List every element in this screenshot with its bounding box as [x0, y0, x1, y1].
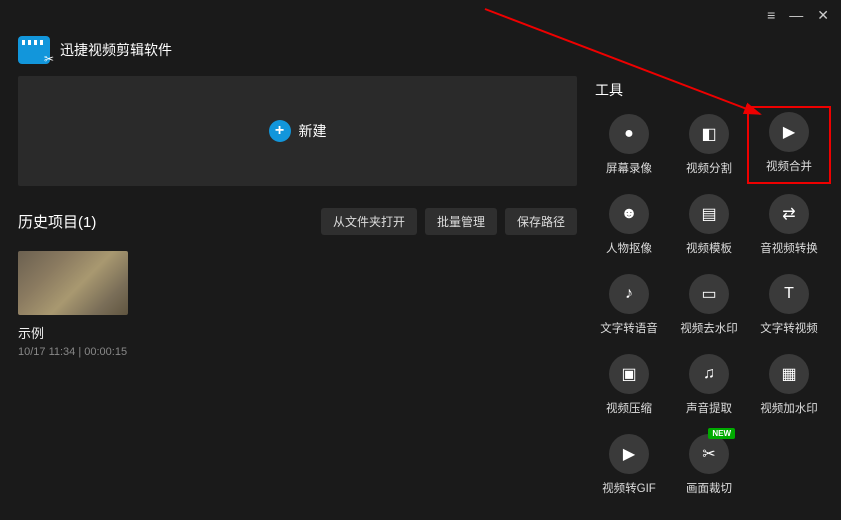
- tool-item[interactable]: T 文字转视频: [755, 274, 823, 336]
- tool-item[interactable]: ▶ 视频转GIF: [595, 434, 663, 496]
- batch-manage-button[interactable]: 批量管理: [425, 208, 497, 235]
- new-label: 新建: [299, 121, 327, 141]
- tool-item[interactable]: ▶ 视频合并: [751, 110, 827, 180]
- minimize-button[interactable]: —: [789, 7, 803, 23]
- project-meta: 10/17 11:34 | 00:00:15: [18, 346, 128, 358]
- tool-icon: ▭: [689, 274, 729, 314]
- tool-label: 人物抠像: [606, 240, 652, 256]
- tool-item[interactable]: ▦ 视频加水印: [755, 354, 823, 416]
- tool-label: 视频合并: [766, 158, 812, 174]
- tool-icon: ▦: [769, 354, 809, 394]
- tool-item[interactable]: ● 屏幕录像: [595, 114, 663, 176]
- tool-icon: ♫: [689, 354, 729, 394]
- tool-icon: ▣: [609, 354, 649, 394]
- tools-grid: ● 屏幕录像 ◧ 视频分割 ▶ 视频合并 ☻ 人物抠像 ▤ 视频模板 ⇄ 音视频转换 ♪ 文字转语音 ▭ 视频…: [595, 114, 823, 496]
- project-card[interactable]: 示例 10/17 11:34 | 00:00:15: [18, 251, 128, 358]
- tool-item[interactable]: ◧ 视频分割: [675, 114, 743, 176]
- tool-label: 视频分割: [686, 160, 732, 176]
- tool-icon: ▶: [769, 112, 809, 152]
- tool-item[interactable]: ▣ 视频压缩: [595, 354, 663, 416]
- tool-icon: ♪: [609, 274, 649, 314]
- project-thumbnail: [18, 251, 128, 315]
- tools-header: 工具: [595, 76, 823, 100]
- tool-label: 文字转语音: [600, 320, 658, 336]
- tool-icon: ☻: [609, 194, 649, 234]
- tool-icon: ▤: [689, 194, 729, 234]
- tool-item[interactable]: ✂画面裁切NEW: [675, 434, 743, 496]
- history-title: 历史项目(1): [18, 211, 96, 232]
- menu-icon[interactable]: ≡: [767, 7, 775, 23]
- tool-item[interactable]: ▭ 视频去水印: [675, 274, 743, 336]
- tool-item[interactable]: ▤ 视频模板: [675, 194, 743, 256]
- save-path-button[interactable]: 保存路径: [505, 208, 577, 235]
- tool-icon: ⇄: [769, 194, 809, 234]
- tool-label: 音视频转换: [760, 240, 818, 256]
- new-badge: NEW: [708, 428, 735, 439]
- tool-label: 屏幕录像: [606, 160, 652, 176]
- tool-icon: T: [769, 274, 809, 314]
- plus-icon: +: [269, 120, 291, 142]
- logo-row: 迅捷视频剪辑软件: [0, 30, 841, 76]
- tool-label: 画面裁切: [686, 480, 732, 496]
- tool-icon: ●: [609, 114, 649, 154]
- titlebar: ≡ — ✕: [0, 0, 841, 30]
- tool-item[interactable]: ♪ 文字转语音: [595, 274, 663, 336]
- open-from-folder-button[interactable]: 从文件夹打开: [321, 208, 417, 235]
- close-button[interactable]: ✕: [817, 7, 829, 24]
- app-title: 迅捷视频剪辑软件: [60, 40, 172, 60]
- history-header: 历史项目(1) 从文件夹打开 批量管理 保存路径: [18, 208, 577, 235]
- tool-item[interactable]: ⇄ 音视频转换: [755, 194, 823, 256]
- tool-label: 视频压缩: [606, 400, 652, 416]
- tool-label: 视频加水印: [760, 400, 818, 416]
- tool-label: 视频模板: [686, 240, 732, 256]
- tool-label: 文字转视频: [760, 320, 818, 336]
- tool-icon: ▶: [609, 434, 649, 474]
- app-logo-icon: [18, 36, 50, 64]
- tool-item[interactable]: ☻ 人物抠像: [595, 194, 663, 256]
- tool-label: 视频转GIF: [602, 480, 656, 496]
- new-project-banner[interactable]: + 新建: [18, 76, 577, 186]
- tool-label: 声音提取: [686, 400, 732, 416]
- tool-icon: ◧: [689, 114, 729, 154]
- tool-icon: ✂: [689, 434, 729, 474]
- project-name: 示例: [18, 323, 128, 342]
- tool-item[interactable]: ♫ 声音提取: [675, 354, 743, 416]
- tool-label: 视频去水印: [680, 320, 738, 336]
